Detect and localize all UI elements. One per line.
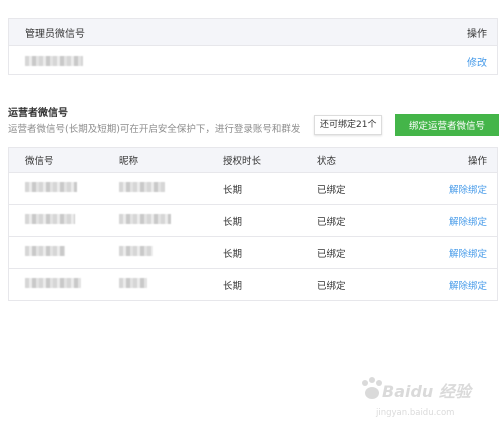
nickname-redacted <box>119 182 165 192</box>
admin-row: 修改 <box>9 46 497 76</box>
row-status: 已绑定 <box>317 248 346 260</box>
admin-header-action: 操作 <box>467 28 487 40</box>
remaining-bind-tooltip: 还可绑定21个 <box>314 115 383 135</box>
row-duration: 长期 <box>223 280 243 292</box>
col-action: 操作 <box>467 156 487 167</box>
bind-operator-button[interactable]: 绑定运营者微信号 <box>395 114 499 136</box>
nickname-redacted <box>119 246 153 256</box>
table-row: 长期 已绑定 解除绑定 <box>9 237 497 269</box>
nickname-redacted <box>119 278 147 288</box>
col-nickname: 昵称 <box>119 156 139 167</box>
col-status: 状态 <box>317 156 337 167</box>
col-duration: 授权时长 <box>223 156 262 167</box>
admin-wechat-panel: 管理员微信号 操作 修改 <box>8 18 498 75</box>
wechat-id-redacted <box>25 214 75 224</box>
unbind-link[interactable]: 解除绑定 <box>449 185 487 196</box>
paw-logo-icon <box>362 377 382 399</box>
row-status: 已绑定 <box>317 216 346 228</box>
baidu-jingyan-watermark: Baidu 经验 jingyan.baidu.com <box>360 372 496 426</box>
table-row: 长期 已绑定 解除绑定 <box>9 173 497 205</box>
wechat-id-redacted <box>25 182 77 192</box>
admin-header-label: 管理员微信号 <box>25 28 85 40</box>
operators-section-description: 运营者微信号(长期及短期)可在开启安全保护下，进行登录账号和群发 <box>8 124 301 135</box>
wechat-id-redacted <box>25 278 81 288</box>
admin-panel-header: 管理员微信号 操作 <box>9 19 497 46</box>
table-row: 长期 已绑定 解除绑定 <box>9 269 497 300</box>
watermark-url: jingyan.baidu.com <box>376 408 455 418</box>
row-status: 已绑定 <box>317 280 346 292</box>
unbind-link[interactable]: 解除绑定 <box>449 281 487 292</box>
admin-wechat-id-redacted <box>25 56 83 66</box>
unbind-link[interactable]: 解除绑定 <box>449 217 487 228</box>
nickname-redacted <box>119 214 171 224</box>
unbind-link[interactable]: 解除绑定 <box>449 249 487 260</box>
row-status: 已绑定 <box>317 184 346 196</box>
table-header: 微信号 昵称 授权时长 状态 操作 <box>9 148 497 173</box>
row-duration: 长期 <box>223 216 243 228</box>
row-duration: 长期 <box>223 184 243 196</box>
col-wechat-id: 微信号 <box>25 156 54 167</box>
modify-admin-link[interactable]: 修改 <box>467 54 487 69</box>
wechat-id-redacted <box>25 246 65 256</box>
operators-section-title: 运营者微信号 <box>8 108 68 119</box>
watermark-brand: Baidu 经验 <box>382 382 471 401</box>
row-duration: 长期 <box>223 248 243 260</box>
table-row: 长期 已绑定 解除绑定 <box>9 205 497 237</box>
operators-table: 微信号 昵称 授权时长 状态 操作 长期 已绑定 解除绑定 长期 已绑定 解除绑… <box>8 147 498 301</box>
